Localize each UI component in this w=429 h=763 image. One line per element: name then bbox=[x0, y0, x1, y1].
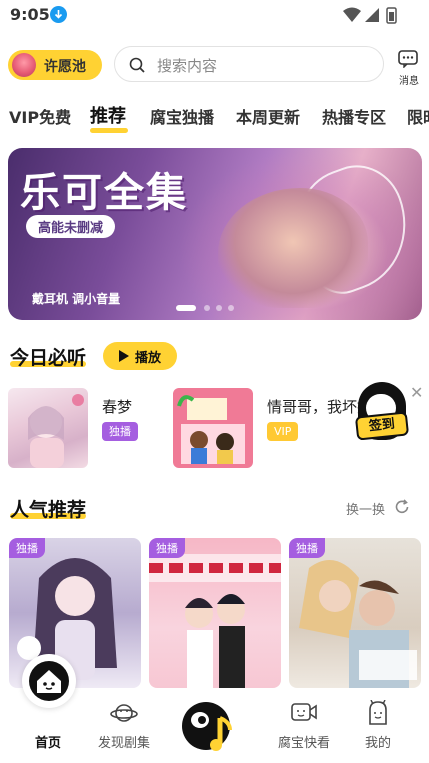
mascot-profile-icon bbox=[364, 699, 392, 726]
card-artwork bbox=[149, 554, 281, 688]
play-all-button[interactable]: 播放 bbox=[103, 342, 177, 370]
wish-pool-label: 许愿池 bbox=[44, 59, 86, 75]
banner-dot[interactable] bbox=[216, 305, 222, 311]
refresh-label: 换一换 bbox=[346, 503, 386, 518]
planet-icon bbox=[110, 700, 138, 726]
status-time: 9:05 bbox=[10, 5, 50, 24]
tab-weekly-update[interactable]: 本周更新 bbox=[236, 104, 300, 128]
checkin-label: 签到 bbox=[354, 411, 410, 441]
messages-button[interactable]: 消息 bbox=[396, 50, 422, 90]
refresh-button[interactable]: 换一换 bbox=[346, 497, 416, 518]
wish-pool-button[interactable]: 许愿池 bbox=[8, 50, 102, 80]
checkin-button[interactable]: 签到 bbox=[352, 378, 412, 448]
play-label: 播放 bbox=[135, 351, 162, 366]
nav-profile[interactable]: 我的 bbox=[338, 688, 418, 763]
card-artwork bbox=[299, 560, 417, 688]
close-icon[interactable]: ✕ bbox=[410, 383, 423, 402]
home-icon[interactable] bbox=[22, 654, 76, 708]
nav-discover-label: 发现剧集 bbox=[97, 736, 150, 751]
wish-pool-icon bbox=[12, 53, 36, 77]
tab-fubao-exclusive[interactable]: 腐宝独播 bbox=[150, 104, 214, 128]
daily-item[interactable]: 情哥哥，我坏掉 VIP bbox=[173, 388, 372, 468]
tab-hot-zone[interactable]: 热播专区 bbox=[322, 104, 386, 128]
download-icon bbox=[50, 6, 67, 23]
vip-badge: VIP bbox=[267, 422, 299, 441]
tab-recommend[interactable]: 推荐 bbox=[90, 102, 126, 128]
popular-card[interactable]: 独播 bbox=[289, 538, 421, 688]
video-icon bbox=[290, 700, 318, 726]
nav-home-label: 首页 bbox=[34, 736, 61, 751]
messages-label: 消息 bbox=[399, 76, 419, 87]
nav-discover[interactable]: 发现剧集 bbox=[84, 688, 164, 763]
system-status-icons bbox=[343, 6, 403, 24]
cover-artwork bbox=[28, 394, 84, 468]
signal-icon bbox=[365, 8, 379, 22]
nav-fubao-quick-label: 腐宝快看 bbox=[277, 736, 330, 751]
cover-artwork bbox=[177, 395, 245, 464]
status-bar: 9:05 bbox=[0, 0, 429, 30]
hero-banner[interactable]: 乐可全集 高能未删减 戴耳机 调小音量 bbox=[8, 148, 422, 320]
music-mascot-icon[interactable] bbox=[180, 698, 236, 754]
active-tab-indicator bbox=[90, 128, 128, 133]
banner-tag: 高能未删减 bbox=[26, 215, 116, 238]
banner-dot[interactable] bbox=[228, 305, 234, 311]
search-placeholder: 搜索内容 bbox=[157, 57, 218, 75]
play-icon bbox=[119, 350, 129, 362]
nav-profile-label: 我的 bbox=[364, 736, 391, 751]
exclusive-badge: 独播 bbox=[9, 538, 45, 558]
banner-title: 乐可全集 bbox=[20, 170, 188, 216]
house-mascot-icon bbox=[37, 670, 61, 693]
exclusive-badge: 独播 bbox=[102, 422, 138, 441]
popular-card[interactable]: 独播 bbox=[149, 538, 281, 688]
daily-item-cover[interactable] bbox=[173, 388, 253, 468]
banner-dot-active[interactable] bbox=[176, 305, 196, 311]
exclusive-badge: 独播 bbox=[289, 538, 325, 558]
tab-vip-free[interactable]: VIP免费 bbox=[9, 104, 71, 128]
daily-item[interactable]: 春梦 独播 bbox=[8, 388, 158, 468]
banner-note: 戴耳机 调小音量 bbox=[32, 292, 121, 306]
tab-limited[interactable]: 限时 bbox=[407, 104, 429, 128]
daily-section-title: 今日必听 bbox=[10, 347, 87, 369]
exclusive-badge: 独播 bbox=[149, 538, 185, 558]
nav-fubao-quick[interactable]: 腐宝快看 bbox=[264, 688, 344, 763]
popular-section-title: 人气推荐 bbox=[10, 499, 87, 521]
chat-bubble-icon bbox=[398, 50, 418, 69]
wifi-icon bbox=[343, 7, 361, 22]
banner-dot[interactable] bbox=[204, 305, 210, 311]
daily-item-title[interactable]: 春梦 bbox=[102, 396, 132, 417]
search-input[interactable]: 搜索内容 bbox=[114, 46, 384, 82]
search-icon bbox=[129, 57, 145, 73]
category-tabs: VIP免费 推荐 腐宝独播 本周更新 热播专区 限时 bbox=[0, 100, 429, 136]
daily-item-cover[interactable] bbox=[8, 388, 88, 468]
banner-pagination bbox=[176, 304, 266, 312]
refresh-icon bbox=[394, 499, 410, 515]
